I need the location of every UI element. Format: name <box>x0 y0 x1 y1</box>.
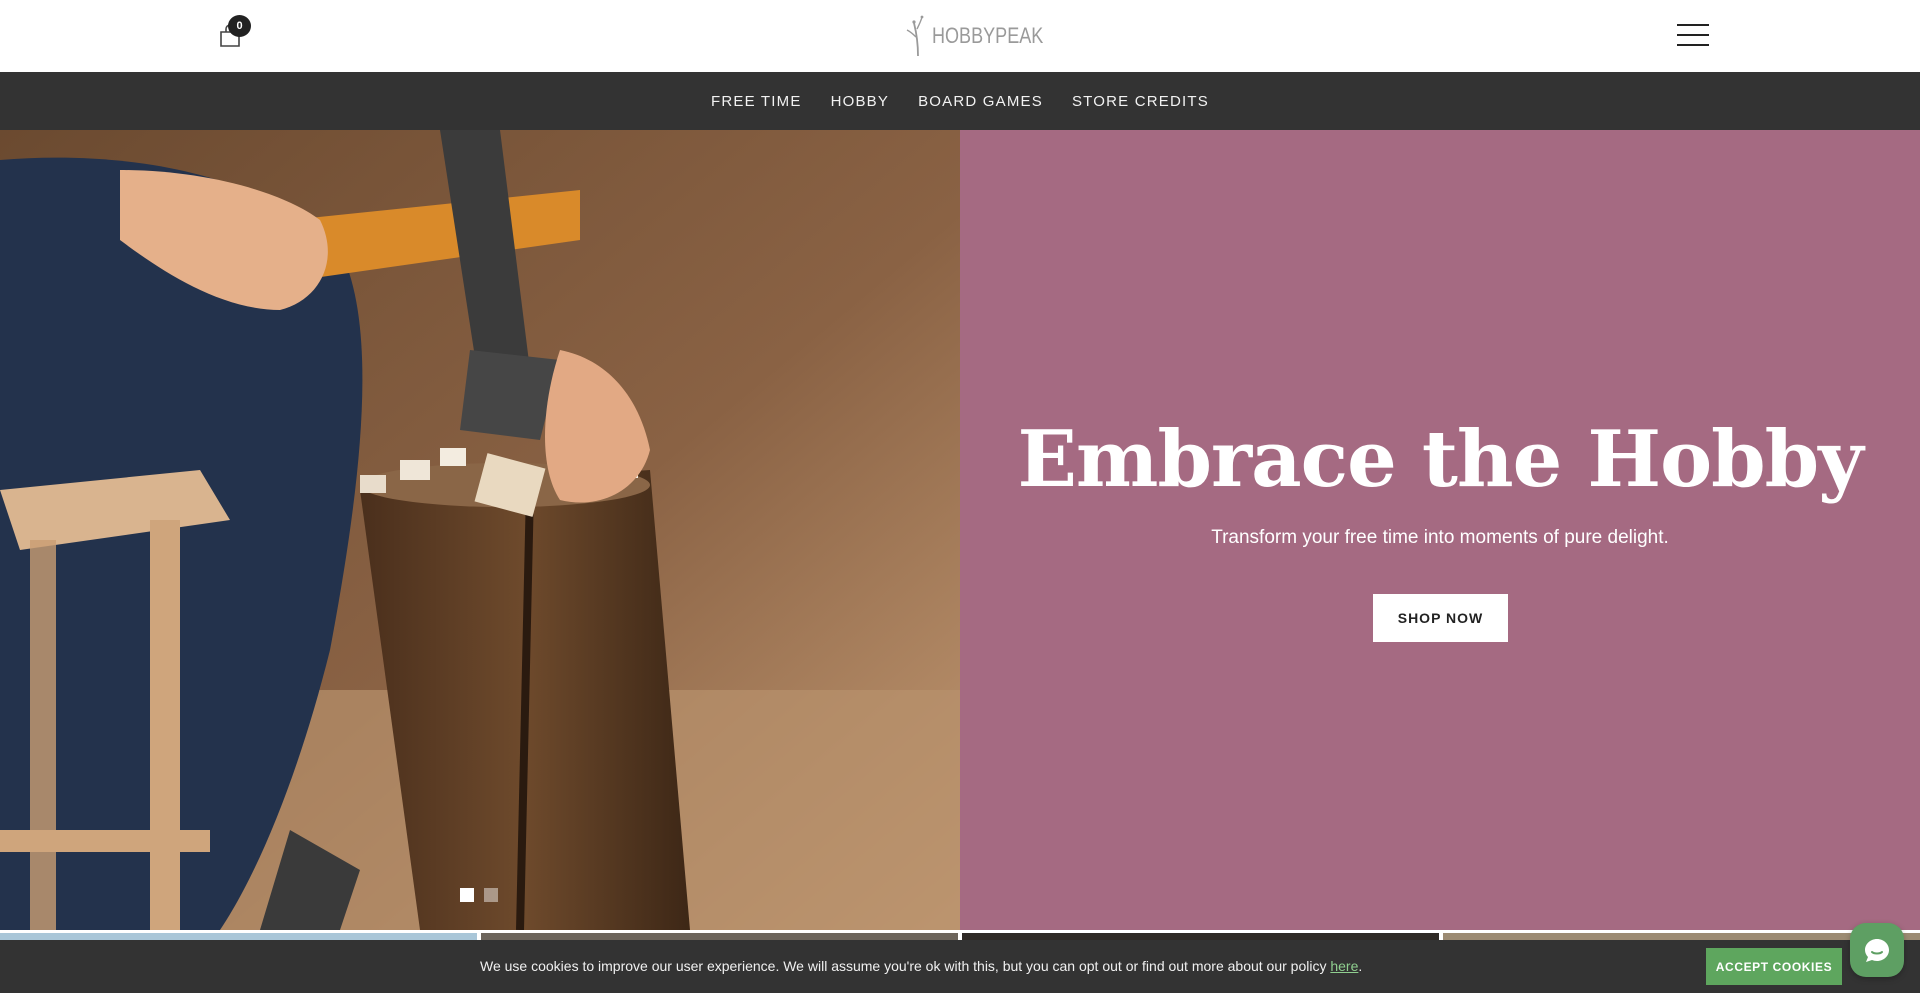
site-header: 0 HOBBYPEAK <box>0 0 1920 72</box>
cookie-bar: We use cookies to improve our user exper… <box>0 940 1920 993</box>
hero-subtitle: Transform your free time into moments of… <box>1211 527 1669 548</box>
nav-item-hobby[interactable]: HOBBY <box>831 93 890 110</box>
nav-item-free-time[interactable]: FREE TIME <box>711 93 802 110</box>
main-nav: FREE TIME HOBBY BOARD GAMES STORE CREDIT… <box>0 72 1920 130</box>
chat-bubble-icon[interactable] <box>1850 923 1904 977</box>
hero-slider: Embrace the Hobby Transform your free ti… <box>0 130 1920 930</box>
nav-item-board-games[interactable]: BOARD GAMES <box>918 93 1043 110</box>
accept-cookies-button[interactable]: ACCEPT COOKIES <box>1706 948 1842 985</box>
branch-icon <box>906 15 924 57</box>
hero-panel: Embrace the Hobby Transform your free ti… <box>960 130 1920 930</box>
chat-icon-glyph <box>1865 939 1889 962</box>
slider-dot-1[interactable] <box>460 888 474 902</box>
cookie-policy-link[interactable]: here <box>1330 958 1358 974</box>
hero-title: Embrace the Hobby <box>1017 414 1863 505</box>
cookie-text: We use cookies to improve our user exper… <box>480 958 1331 974</box>
hamburger-icon[interactable] <box>1677 24 1709 46</box>
nav-item-store-credits[interactable]: STORE CREDITS <box>1072 93 1209 110</box>
logo-text: HOBBYPEAK <box>932 23 1044 48</box>
shop-now-button[interactable]: SHOP NOW <box>1373 594 1508 642</box>
hero-image <box>0 130 960 930</box>
logo[interactable]: HOBBYPEAK <box>906 14 1068 58</box>
slider-dot-2[interactable] <box>484 888 498 902</box>
cart-count-badge: 0 <box>228 15 251 37</box>
slider-dots <box>460 888 498 902</box>
cookie-message: We use cookies to improve our user exper… <box>480 958 1362 974</box>
cookie-suffix: . <box>1358 958 1363 974</box>
